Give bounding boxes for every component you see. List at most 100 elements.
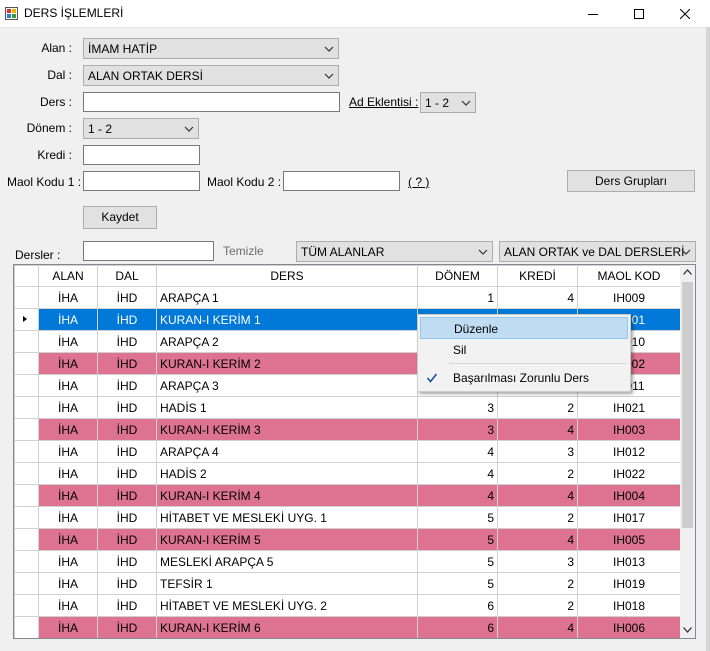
table-row[interactable]: İHA İHD ARAPÇA 4 4 3 IH012 xyxy=(14,440,681,463)
cell-donem[interactable]: 5 xyxy=(417,506,498,529)
cell-dal[interactable]: İHD xyxy=(97,550,157,573)
table-row[interactable]: İHA İHD KURAN-I KERİM 5 5 4 IH005 xyxy=(14,528,681,551)
cell-dal[interactable]: İHD xyxy=(97,484,157,507)
maol-kodu-1-input[interactable] xyxy=(83,171,200,191)
table-row[interactable]: İHA İHD KURAN-I KERİM 4 4 4 IH004 xyxy=(14,484,681,507)
kredi-input[interactable] xyxy=(83,145,200,165)
cell-ders[interactable]: KURAN-I KERİM 6 xyxy=(156,616,418,638)
row-header[interactable] xyxy=(14,594,39,617)
row-header[interactable] xyxy=(14,308,39,331)
donem-select[interactable]: 1 - 2 xyxy=(83,118,199,139)
cell-donem[interactable]: 4 xyxy=(417,484,498,507)
cell-kredi[interactable]: 2 xyxy=(497,506,578,529)
cell-donem[interactable]: 5 xyxy=(417,572,498,595)
cell-ders[interactable]: ARAPÇA 3 xyxy=(156,374,418,397)
cell-ders[interactable]: HİTABET VE MESLEKİ UYG. 1 xyxy=(156,506,418,529)
table-row[interactable]: İHA İHD KURAN-I KERİM 6 6 4 IH006 xyxy=(14,616,681,638)
cell-dal[interactable]: İHD xyxy=(97,572,157,595)
cell-maol-kod[interactable]: IH005 xyxy=(577,528,681,551)
cell-maol-kod[interactable]: IH021 xyxy=(577,396,681,419)
cell-maol-kod[interactable]: IH018 xyxy=(577,594,681,617)
cell-kredi[interactable]: 4 xyxy=(497,484,578,507)
cell-dal[interactable]: İHD xyxy=(97,330,157,353)
cell-ders[interactable]: TEFSİR 1 xyxy=(156,572,418,595)
close-button[interactable] xyxy=(662,0,708,27)
cell-ders[interactable]: KURAN-I KERİM 1 xyxy=(156,308,418,331)
cell-alan[interactable]: İHA xyxy=(38,462,98,485)
row-header[interactable] xyxy=(14,352,39,375)
cell-maol-kod[interactable]: IH004 xyxy=(577,484,681,507)
cell-alan[interactable]: İHA xyxy=(38,440,98,463)
dersler-filter-input[interactable] xyxy=(83,241,214,261)
row-header[interactable] xyxy=(14,330,39,353)
cell-alan[interactable]: İHA xyxy=(38,374,98,397)
cell-dal[interactable]: İHD xyxy=(97,462,157,485)
row-header[interactable] xyxy=(14,484,39,507)
cell-dal[interactable]: İHD xyxy=(97,506,157,529)
column-header-maol-kod[interactable]: MAOL KOD xyxy=(577,265,681,287)
cell-ders[interactable]: KURAN-I KERİM 3 xyxy=(156,418,418,441)
column-header-dal[interactable]: DAL xyxy=(97,265,157,287)
alan-filter-select[interactable]: TÜM ALANLAR xyxy=(296,241,493,262)
cell-donem[interactable]: 6 xyxy=(417,616,498,638)
cell-dal[interactable]: İHD xyxy=(97,418,157,441)
cell-kredi[interactable]: 4 xyxy=(497,528,578,551)
row-header[interactable] xyxy=(14,550,39,573)
cell-kredi[interactable]: 2 xyxy=(497,572,578,595)
cell-dal[interactable]: İHD xyxy=(97,374,157,397)
kaydet-button[interactable]: Kaydet xyxy=(83,206,157,229)
context-menu-basarilmasi-zorunlu[interactable]: Başarılması Zorunlu Ders xyxy=(420,367,628,389)
cell-ders[interactable]: ARAPÇA 2 xyxy=(156,330,418,353)
cell-maol-kod[interactable]: IH013 xyxy=(577,550,681,573)
cell-ders[interactable]: HADİS 1 xyxy=(156,396,418,419)
cell-donem[interactable]: 3 xyxy=(417,396,498,419)
cell-kredi[interactable]: 2 xyxy=(497,462,578,485)
cell-dal[interactable]: İHD xyxy=(97,352,157,375)
table-row[interactable]: İHA İHD MESLEKİ ARAPÇA 5 5 3 IH013 xyxy=(14,550,681,573)
cell-donem[interactable]: 4 xyxy=(417,440,498,463)
cell-alan[interactable]: İHA xyxy=(38,330,98,353)
cell-maol-kod[interactable]: IH019 xyxy=(577,572,681,595)
cell-alan[interactable]: İHA xyxy=(38,616,98,638)
table-row[interactable]: İHA İHD HADİS 1 3 2 IH021 xyxy=(14,396,681,419)
context-menu-sil[interactable]: Sil xyxy=(420,339,628,361)
row-header[interactable] xyxy=(14,616,39,638)
cell-maol-kod[interactable]: IH006 xyxy=(577,616,681,638)
maol-kodu-2-input[interactable] xyxy=(283,171,400,191)
cell-donem[interactable]: 5 xyxy=(417,550,498,573)
cell-dal[interactable]: İHD xyxy=(97,308,157,331)
cell-alan[interactable]: İHA xyxy=(38,308,98,331)
cell-dal[interactable]: İHD xyxy=(97,616,157,638)
column-header-ders[interactable]: DERS xyxy=(156,265,418,287)
dal-filter-select[interactable]: ALAN ORTAK ve DAL DERSLERİ xyxy=(499,241,696,262)
table-row[interactable]: İHA İHD KURAN-I KERİM 3 3 4 IH003 xyxy=(14,418,681,441)
column-header-donem[interactable]: DÖNEM xyxy=(417,265,498,287)
cell-alan[interactable]: İHA xyxy=(38,352,98,375)
cell-donem[interactable]: 5 xyxy=(417,528,498,551)
cell-maol-kod[interactable]: IH022 xyxy=(577,462,681,485)
cell-dal[interactable]: İHD xyxy=(97,440,157,463)
cell-maol-kod[interactable]: IH012 xyxy=(577,440,681,463)
ad-eklentisi-select[interactable]: 1 - 2 xyxy=(420,92,476,113)
table-row[interactable]: İHA İHD HİTABET VE MESLEKİ UYG. 1 5 2 IH017 xyxy=(14,506,681,529)
cell-dal[interactable]: İHD xyxy=(97,286,157,309)
context-menu-duzenle[interactable]: Düzenle xyxy=(420,317,628,339)
cell-kredi[interactable]: 3 xyxy=(497,440,578,463)
cell-ders[interactable]: ARAPÇA 4 xyxy=(156,440,418,463)
cell-ders[interactable]: KURAN-I KERİM 5 xyxy=(156,528,418,551)
cell-alan[interactable]: İHA xyxy=(38,506,98,529)
cell-donem[interactable]: 4 xyxy=(417,462,498,485)
cell-alan[interactable]: İHA xyxy=(38,528,98,551)
cell-alan[interactable]: İHA xyxy=(38,550,98,573)
cell-alan[interactable]: İHA xyxy=(38,484,98,507)
cell-donem[interactable]: 3 xyxy=(417,418,498,441)
row-header[interactable] xyxy=(14,374,39,397)
cell-donem[interactable]: 1 xyxy=(417,286,498,309)
row-header[interactable] xyxy=(14,418,39,441)
cell-kredi[interactable]: 4 xyxy=(497,286,578,309)
row-header[interactable] xyxy=(14,462,39,485)
cell-alan[interactable]: İHA xyxy=(38,286,98,309)
dal-select[interactable]: ALAN ORTAK DERSİ xyxy=(83,65,339,86)
table-row[interactable]: İHA İHD HADİS 2 4 2 IH022 xyxy=(14,462,681,485)
cell-maol-kod[interactable]: IH017 xyxy=(577,506,681,529)
